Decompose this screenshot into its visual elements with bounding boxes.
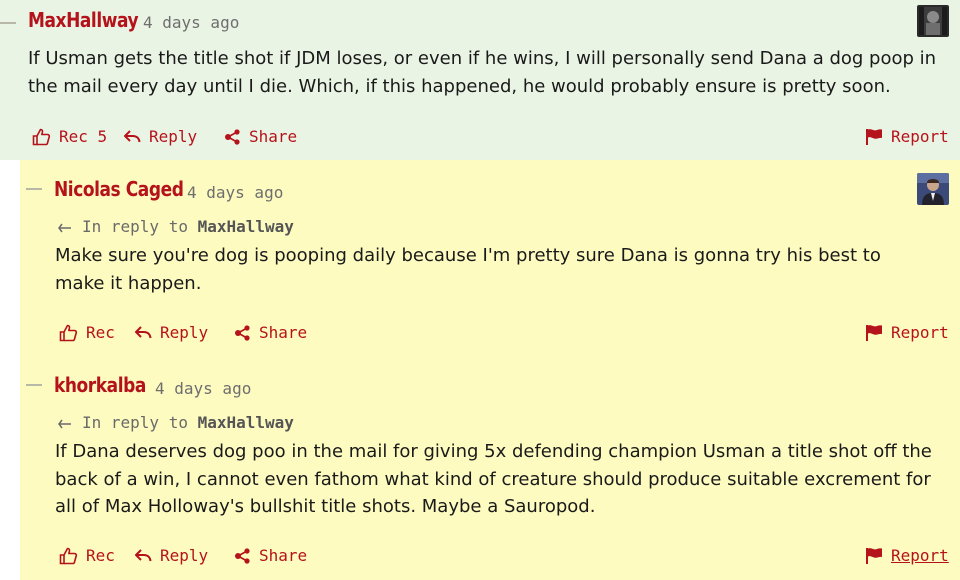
recommend-label: Rec 5 <box>59 127 108 146</box>
comment-body: If Usman gets the title shot if JDM lose… <box>28 48 937 97</box>
reply-label: Reply <box>160 323 209 342</box>
share-button[interactable]: Share <box>224 127 297 146</box>
thumbs-up-icon <box>32 128 51 145</box>
share-button[interactable]: Share <box>234 323 307 342</box>
in-reply-to: In reply to MaxHallway <box>58 413 294 432</box>
share-icon <box>225 128 240 145</box>
reply-arrow-icon <box>124 129 141 142</box>
report-button[interactable]: Report <box>865 323 949 342</box>
flag-icon <box>866 548 882 564</box>
report-button[interactable]: Report <box>865 546 949 565</box>
in-reply-prefix: In reply to <box>82 217 188 236</box>
in-reply-arrow-icon <box>58 419 71 428</box>
comment-nicolas-caged: Nicolas Caged 4 days ago In reply to Max… <box>20 160 960 356</box>
reply-arrow-icon <box>135 325 152 338</box>
reply-label: Reply <box>160 546 209 565</box>
comment-body: If Dana deserves dog poo in the mail for… <box>55 441 932 517</box>
flag-icon <box>866 129 882 145</box>
recommend-label: Rec <box>86 323 115 342</box>
reply-label: Reply <box>149 127 198 146</box>
comment-khorkalba: khorkalba 4 days ago In reply to MaxHall… <box>20 356 960 580</box>
man-in-suit-avatar[interactable] <box>917 173 949 205</box>
report-button[interactable]: Report <box>865 127 949 146</box>
recommend-button[interactable]: Rec 5 <box>32 127 107 146</box>
share-icon <box>235 547 250 564</box>
in-reply-prefix: In reply to <box>82 413 188 432</box>
comment-body: Make sure you're dog is pooping daily be… <box>55 245 881 294</box>
in-reply-to: In reply to MaxHallway <box>58 217 294 236</box>
reply-button[interactable]: Reply <box>124 127 197 146</box>
in-reply-target[interactable]: MaxHallway <box>198 217 294 236</box>
thumbs-up-icon <box>59 324 78 341</box>
share-label: Share <box>259 323 308 342</box>
comment-maxhallway: MaxHallway 4 days ago If Usman gets the … <box>0 0 960 160</box>
reply-button[interactable]: Reply <box>135 323 208 342</box>
in-reply-target[interactable]: MaxHallway <box>198 413 294 432</box>
share-icon <box>235 324 250 341</box>
comment-author[interactable]: MaxHallway <box>28 8 139 32</box>
comment-timestamp[interactable]: 4 days ago <box>155 379 251 398</box>
share-button[interactable]: Share <box>234 546 307 565</box>
recommend-button[interactable]: Rec <box>59 546 115 565</box>
flag-icon <box>866 325 882 341</box>
reply-button[interactable]: Reply <box>135 546 208 565</box>
dark-figure-avatar[interactable] <box>917 5 949 37</box>
comment-timestamp[interactable]: 4 days ago <box>143 13 239 32</box>
thumbs-up-icon <box>59 547 78 564</box>
recommend-label: Rec <box>86 546 115 565</box>
thread-dash <box>26 384 42 386</box>
report-label: Report <box>891 546 949 565</box>
recommend-button[interactable]: Rec <box>59 323 115 342</box>
comment-author[interactable]: khorkalba <box>54 373 146 397</box>
reply-arrow-icon <box>135 548 152 561</box>
share-label: Share <box>249 127 298 146</box>
in-reply-arrow-icon <box>58 223 71 232</box>
report-label: Report <box>891 127 949 146</box>
thread-dash <box>26 188 42 190</box>
comment-timestamp[interactable]: 4 days ago <box>187 183 283 202</box>
thread-dash <box>0 22 16 24</box>
share-label: Share <box>259 546 308 565</box>
comment-author[interactable]: Nicolas Caged <box>54 177 184 201</box>
report-label: Report <box>891 323 949 342</box>
